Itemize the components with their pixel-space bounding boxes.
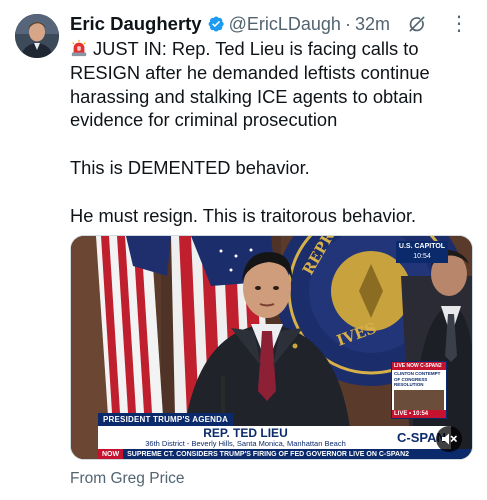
grok-icon[interactable] (407, 14, 427, 34)
chyron-name: REP. TED LIEU (203, 426, 288, 440)
chyron: REP. TED LIEU 36th District - Beverly Hi… (98, 426, 393, 449)
news-ticker: NOW SUPREME CT. CONSIDERS TRUMP'S FIRING … (98, 449, 472, 459)
separator: · (344, 13, 351, 34)
tweet-header: Eric Daugherty @EricLDaugh · 32m ⋮ (70, 11, 473, 37)
live-now-desc: CLINTON CONTEMPT OF CONGRESS RESOLUTION (394, 371, 441, 387)
verified-badge-icon (208, 16, 224, 32)
live-now-thumbnail (394, 389, 444, 412)
tweet-body: JUST IN: Rep. Ted Lieu is facing calls t… (70, 38, 430, 226)
live-now-time: LIVE • 10:54 (392, 410, 446, 418)
location-time: 10:54 (413, 253, 431, 260)
mute-button[interactable] (436, 426, 462, 452)
timestamp[interactable]: 32m (355, 14, 390, 35)
tweet-text: JUST IN: Rep. Ted Lieu is facing calls t… (70, 37, 472, 227)
chyron-tag: PRESIDENT TRUMP'S AGENDA (98, 413, 234, 426)
video-player[interactable]: REPR USE OF IVES (70, 235, 473, 460)
mute-icon (442, 433, 457, 445)
location-label: U.S. CAPITOL (398, 243, 446, 250)
siren-emoji-icon (71, 39, 87, 57)
location-badge: U.S. CAPITOL 10:54 (396, 241, 448, 263)
live-now-box: LIVE NOW C-SPAN2 CLINTON CONTEMPT OF CON… (391, 361, 447, 419)
ticker-text: SUPREME CT. CONSIDERS TRUMP'S FIRING OF … (127, 451, 410, 458)
author-handle[interactable]: @EricLDaugh (229, 14, 341, 35)
author-name[interactable]: Eric Daugherty (70, 13, 202, 35)
avatar-photo (15, 14, 59, 58)
chyron-subtitle: 36th District - Beverly Hills, Santa Mon… (145, 439, 346, 448)
video-attribution[interactable]: From Greg Price (70, 470, 185, 488)
more-icon[interactable]: ⋮ (449, 11, 469, 37)
avatar[interactable] (15, 14, 59, 58)
ticker-badge: NOW (98, 449, 124, 459)
live-now-label: LIVE NOW C-SPAN2 (392, 362, 446, 370)
